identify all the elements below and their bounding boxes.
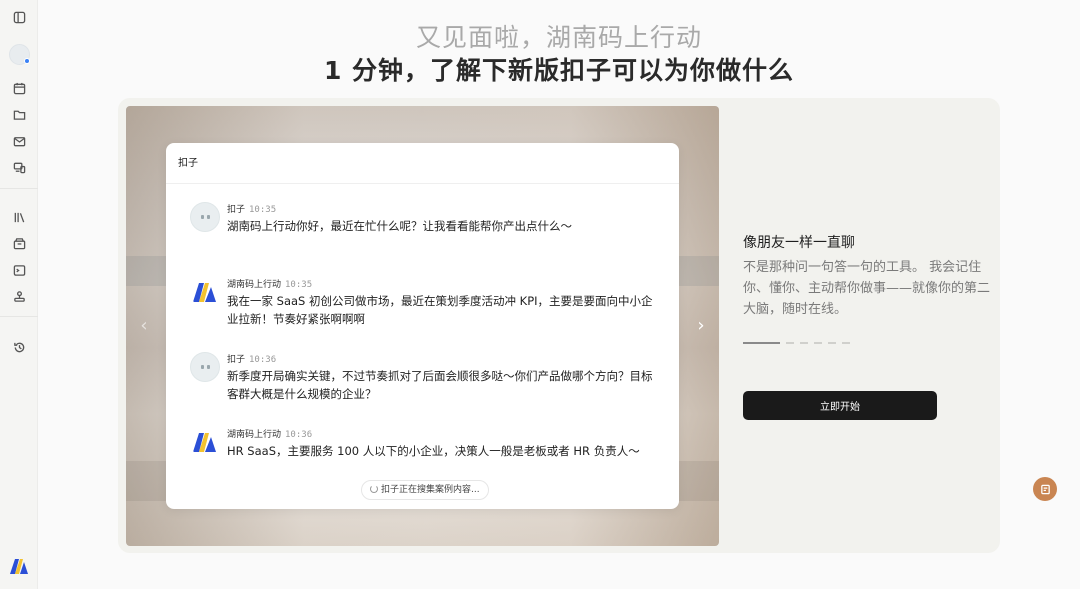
- sidebar-divider: [0, 316, 38, 317]
- calendar-icon[interactable]: [12, 81, 26, 95]
- message-sender: 扣子: [227, 355, 246, 365]
- pagination-dot[interactable]: [800, 342, 808, 344]
- greeting-title: 又见面啦，湖南码上行动: [415, 23, 702, 52]
- message-meta: 扣子 10:36: [227, 352, 276, 365]
- pagination-dot[interactable]: [842, 342, 850, 344]
- terminal-icon[interactable]: [12, 263, 26, 277]
- feedback-button[interactable]: [1033, 477, 1057, 501]
- pagination-dot[interactable]: [828, 342, 836, 344]
- chat-title: 扣子: [166, 143, 679, 184]
- previous-slide-icon[interactable]: ‹: [137, 316, 151, 336]
- user-avatar: [193, 283, 216, 302]
- message-meta: 扣子 10:35: [227, 202, 276, 215]
- sidebar-divider: [0, 188, 38, 189]
- chat-window: 扣子 扣子 10:35 湖南码上行动你好，最近在忙什么呢？让我看看能帮你产出点什么…: [166, 143, 679, 509]
- message-text: 新季度开局确实关键，不过节奏抓对了后面会顺很多哒～你们产品做哪个方向？目标客群大…: [227, 369, 653, 401]
- message-sender: 湖南码上行动: [227, 280, 282, 290]
- library-icon[interactable]: [12, 210, 26, 224]
- loading-spinner-icon: [370, 485, 378, 493]
- message-time: 10:35: [249, 205, 277, 215]
- user-avatar: [193, 433, 216, 452]
- message-sender: 湖南码上行动: [227, 430, 282, 440]
- message-meta: 湖南码上行动 10:36: [227, 427, 312, 440]
- sidebar-toggle-icon[interactable]: [12, 10, 26, 24]
- online-status-dot: [24, 58, 30, 64]
- message-sender: 扣子: [227, 205, 246, 215]
- next-slide-icon[interactable]: ›: [694, 316, 708, 336]
- message-text: 湖南码上行动你好，最近在忙什么呢？让我看看能帮你产出点什么～: [227, 219, 572, 233]
- pagination-dot[interactable]: [743, 342, 780, 344]
- bot-avatar: [190, 352, 220, 382]
- intro-title: 1 分钟，了解下新版扣子可以为你做什么: [323, 56, 795, 85]
- plugin-icon[interactable]: [12, 289, 26, 303]
- message-time: 10:35: [285, 280, 313, 290]
- message-meta: 湖南码上行动 10:35: [227, 277, 312, 290]
- edit-note-icon: [1040, 484, 1050, 494]
- typing-status: 扣子正在搜集案例内容...: [361, 480, 489, 500]
- message-text: 我在一家 SaaS 初创公司做市场，最近在策划季度活动冲 KPI，主要是要面向中…: [227, 294, 653, 326]
- pagination-dots[interactable]: [743, 342, 850, 344]
- avatar[interactable]: [9, 44, 30, 65]
- app-logo-icon[interactable]: [9, 557, 29, 575]
- start-button[interactable]: 立即开始: [743, 391, 937, 420]
- pagination-dot[interactable]: [814, 342, 822, 344]
- feature-description: 不是那种问一句答一句的工具。 我会记住你、懂你、主动帮你做事——就像你的第二大脑…: [743, 260, 991, 317]
- message-time: 10:36: [285, 430, 313, 440]
- bot-avatar: [190, 202, 220, 232]
- feature-title: 像朋友一样一直聊: [743, 235, 855, 251]
- archive-icon[interactable]: [12, 236, 26, 250]
- message-text: HR SaaS，主要服务 100 人以下的小企业，决策人一般是老板或者 HR 负…: [227, 444, 640, 458]
- folder-icon[interactable]: [12, 107, 26, 121]
- sidebar: [0, 0, 38, 589]
- pagination-dot[interactable]: [786, 342, 794, 344]
- typing-status-text: 扣子正在搜集案例内容...: [381, 485, 480, 495]
- devices-icon[interactable]: [12, 160, 26, 174]
- mail-icon[interactable]: [12, 134, 26, 148]
- history-icon[interactable]: [12, 340, 26, 354]
- message-time: 10:36: [249, 355, 277, 365]
